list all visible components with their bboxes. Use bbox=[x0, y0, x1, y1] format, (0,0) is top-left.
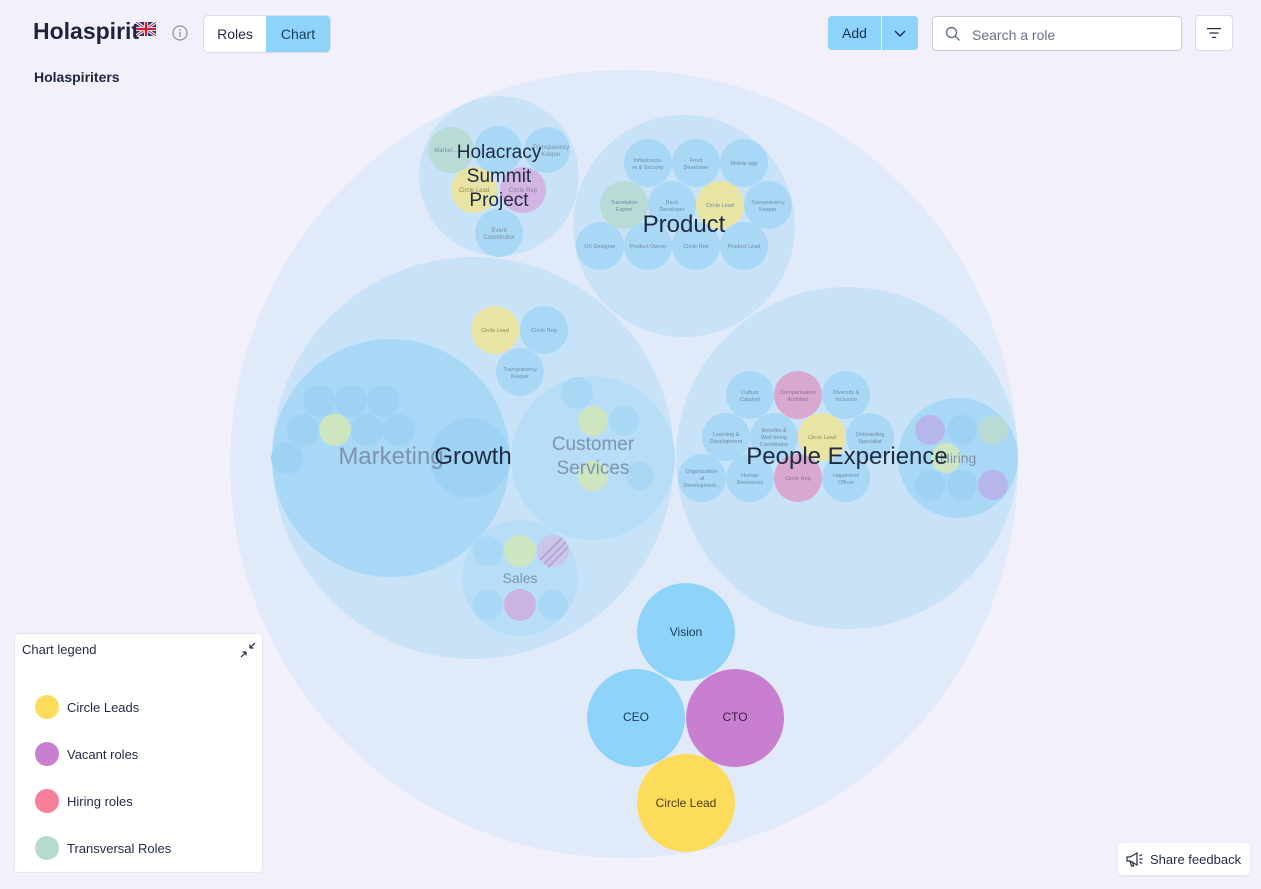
legend-item-hiring-roles: Hiring roles bbox=[35, 789, 133, 813]
role-label: al bbox=[700, 476, 704, 482]
role-label: Circle Rep bbox=[683, 244, 709, 250]
collapse-icon[interactable] bbox=[239, 641, 257, 659]
role-label: Keeper bbox=[541, 152, 560, 158]
role-vision[interactable]: Vision bbox=[637, 583, 735, 681]
role-label: Product Owner bbox=[630, 244, 667, 250]
role-label: Development... bbox=[684, 483, 721, 489]
circle-label: Project bbox=[469, 190, 529, 211]
legend-label: Hiring roles bbox=[67, 793, 133, 809]
role-label: Back bbox=[666, 200, 678, 206]
role-label: CEO bbox=[623, 710, 649, 724]
legend-swatch bbox=[35, 695, 59, 719]
circle-label: Sales bbox=[502, 570, 537, 586]
role-label: Organization- bbox=[685, 469, 718, 475]
role-label: Circle Lead bbox=[808, 435, 836, 441]
role-label: Circle Rep bbox=[531, 328, 557, 334]
circle-label: Summit bbox=[467, 166, 532, 187]
role-label: Inclusion bbox=[835, 397, 857, 403]
circle-label: Product bbox=[643, 211, 726, 238]
legend-label: Vacant roles bbox=[67, 746, 139, 762]
legend-item-vacant-roles: Vacant roles bbox=[35, 742, 138, 766]
role-label: Infrastructu- bbox=[633, 158, 663, 164]
share-feedback-button[interactable]: Share feedback bbox=[1118, 843, 1250, 875]
legend-item-circle-leads: Circle Leads bbox=[35, 695, 139, 719]
role-label: Catalyst bbox=[740, 397, 760, 403]
circle-label: People Experience bbox=[746, 443, 947, 470]
role-label: Keeper bbox=[759, 207, 777, 213]
megaphone-icon bbox=[1126, 851, 1143, 867]
role-label: Mobile app bbox=[731, 161, 758, 167]
legend-title: Chart legend bbox=[22, 642, 97, 657]
role-label: Learning & Development bbox=[710, 432, 743, 445]
role-label: Developer bbox=[683, 165, 708, 171]
role-label: Event bbox=[491, 228, 507, 234]
role-label: Market... bbox=[434, 148, 458, 154]
role-label: Coordinator bbox=[483, 235, 514, 241]
circle-product[interactable]: Infrastructu-re & Security Front Develope… bbox=[573, 115, 795, 337]
role-label: Culture bbox=[741, 390, 759, 396]
role-label: Diversity & Inclusion bbox=[833, 390, 860, 403]
role-circle-lead[interactable]: Circle Lead bbox=[637, 754, 735, 852]
role-label: re & Security bbox=[632, 165, 664, 171]
role-label: Transparency bbox=[503, 367, 537, 373]
circle-sales[interactable]: Sales bbox=[462, 520, 578, 636]
circle-label: Holacracy bbox=[457, 142, 542, 163]
circle-holacracy-summit-project[interactable]: Market... Transparency Keeper Circle Lead… bbox=[419, 96, 579, 257]
role-label: Translation bbox=[610, 200, 637, 206]
role-label: Keeper bbox=[511, 374, 529, 380]
share-feedback-label: Share feedback bbox=[1150, 851, 1242, 867]
role-label: Circle Lead bbox=[656, 796, 717, 810]
circle-people-experience[interactable]: Hiring Culture Catalyst Compensation Archi… bbox=[676, 287, 1018, 629]
role-label: Vision bbox=[670, 625, 702, 639]
role-label: Circle Lead bbox=[706, 203, 734, 209]
role-ceo[interactable]: CEO bbox=[587, 669, 685, 767]
role-label: Architect bbox=[787, 397, 809, 403]
circle-label: Services bbox=[557, 458, 630, 479]
role-label: Well-being bbox=[761, 435, 787, 441]
role-label: Resources bbox=[737, 480, 764, 486]
role-label: Learning & bbox=[713, 432, 740, 438]
role-label: Officer bbox=[838, 480, 854, 486]
role-label: Expert bbox=[616, 207, 632, 213]
chart-legend: Chart legend Circle Leads Vacant roles H… bbox=[14, 633, 263, 873]
legend-label: Circle Leads bbox=[67, 699, 140, 715]
role-label: Circle Rep bbox=[785, 476, 811, 482]
circle-label: Growth bbox=[434, 443, 511, 470]
role-label: Diversity & bbox=[833, 390, 860, 396]
role-label: Infrastructu-re & Security bbox=[632, 158, 664, 171]
role-label: Product Lead bbox=[728, 244, 761, 250]
circle-growth[interactable]: Marketing Customer Services Sales Circle… bbox=[271, 257, 675, 659]
role-label: Onboarding bbox=[856, 432, 885, 438]
role-label: Human bbox=[741, 473, 759, 479]
role-label: Development bbox=[710, 439, 743, 445]
role-cto[interactable]: CTO bbox=[686, 669, 784, 767]
role-label: Front bbox=[690, 158, 703, 164]
role-label: Circle Lead bbox=[481, 328, 509, 334]
legend-swatch bbox=[35, 742, 59, 766]
role-label: Transparency bbox=[751, 200, 785, 206]
circle-label: Marketing bbox=[338, 443, 443, 470]
role-label: Happiness bbox=[833, 473, 859, 479]
role-label: CTO bbox=[722, 710, 747, 724]
legend-swatch bbox=[35, 836, 59, 860]
role-label: Culture Catalyst bbox=[740, 390, 760, 403]
legend-swatch bbox=[35, 789, 59, 813]
role-label: Benefits & bbox=[761, 428, 786, 434]
role-label: Compensation bbox=[780, 390, 815, 396]
legend-item-transversal-roles: Transversal Roles bbox=[35, 836, 171, 860]
legend-label: Transversal Roles bbox=[67, 840, 172, 856]
circle-customer-services[interactable]: Customer Services bbox=[511, 376, 675, 540]
circle-label: Customer bbox=[552, 434, 635, 455]
role-label: UX Designer bbox=[584, 244, 615, 250]
